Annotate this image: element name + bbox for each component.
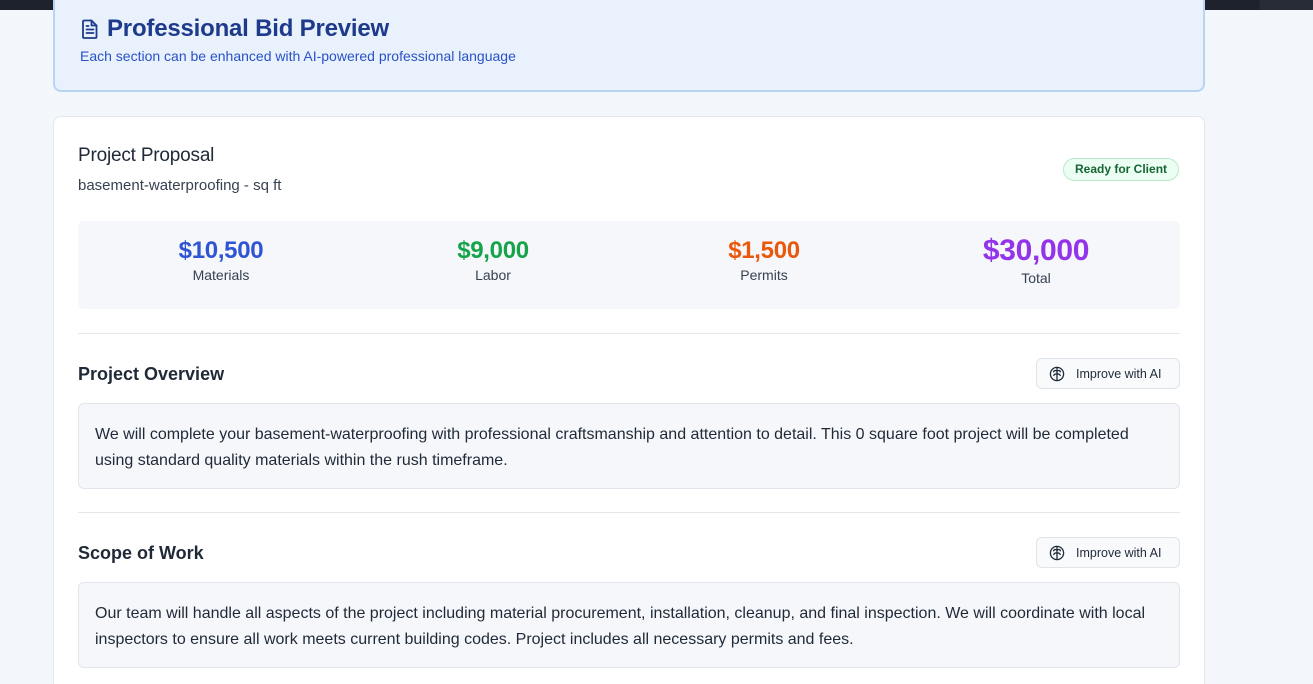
section-divider	[78, 512, 1180, 513]
scope-text[interactable]: Our team will handle all aspects of the …	[78, 582, 1180, 668]
proposal-card: Project Proposal basement-waterproofing …	[53, 116, 1205, 684]
stat-value-total: $30,000	[982, 234, 1090, 267]
brain-icon	[1049, 545, 1065, 560]
improve-with-ai-button-scope[interactable]: Improve with AI	[1036, 537, 1180, 568]
improve-with-ai-button-overview[interactable]: Improve with AI	[1036, 358, 1180, 389]
proposal-title: Project Proposal	[78, 145, 215, 166]
bid-preview-banner: Professional Bid Preview Each section ca…	[53, 0, 1205, 92]
section-title-scope: Scope of Work	[78, 543, 204, 563]
banner-subtitle: Each section can be enhanced with AI-pow…	[80, 48, 516, 64]
stat-permits: $1,500 Permits	[628, 221, 900, 283]
stat-value-materials: $10,500	[178, 237, 264, 264]
brain-icon	[1049, 366, 1065, 381]
stat-label-permits: Permits	[740, 267, 788, 283]
cost-summary: $10,500 Materials $9,000 Labor $1,500 Pe…	[78, 221, 1180, 309]
document-icon	[82, 19, 98, 39]
stat-label-total: Total	[1021, 270, 1051, 286]
status-badge: Ready for Client	[1063, 158, 1180, 181]
improve-with-ai-label: Improve with AI	[1076, 545, 1162, 560]
stat-label-labor: Labor	[475, 267, 511, 283]
stat-labor: $9,000 Labor	[357, 221, 629, 283]
stat-total: $30,000 Total	[900, 221, 1172, 286]
stat-label-materials: Materials	[192, 267, 250, 283]
banner-title-row: Professional Bid Preview	[81, 15, 389, 43]
improve-with-ai-label: Improve with AI	[1076, 366, 1162, 381]
proposal-subtitle: basement-waterproofing - sq ft	[78, 177, 282, 194]
stat-materials: $10,500 Materials	[85, 221, 357, 283]
section-title-overview: Project Overview	[78, 364, 225, 384]
overview-text[interactable]: We will complete your basement-waterproo…	[78, 403, 1180, 489]
banner-title: Professional Bid Preview	[107, 15, 389, 42]
section-divider	[78, 333, 1180, 334]
stat-value-labor: $9,000	[457, 237, 529, 264]
stat-value-permits: $1,500	[728, 237, 800, 264]
top-bar-right	[1260, 0, 1313, 10]
